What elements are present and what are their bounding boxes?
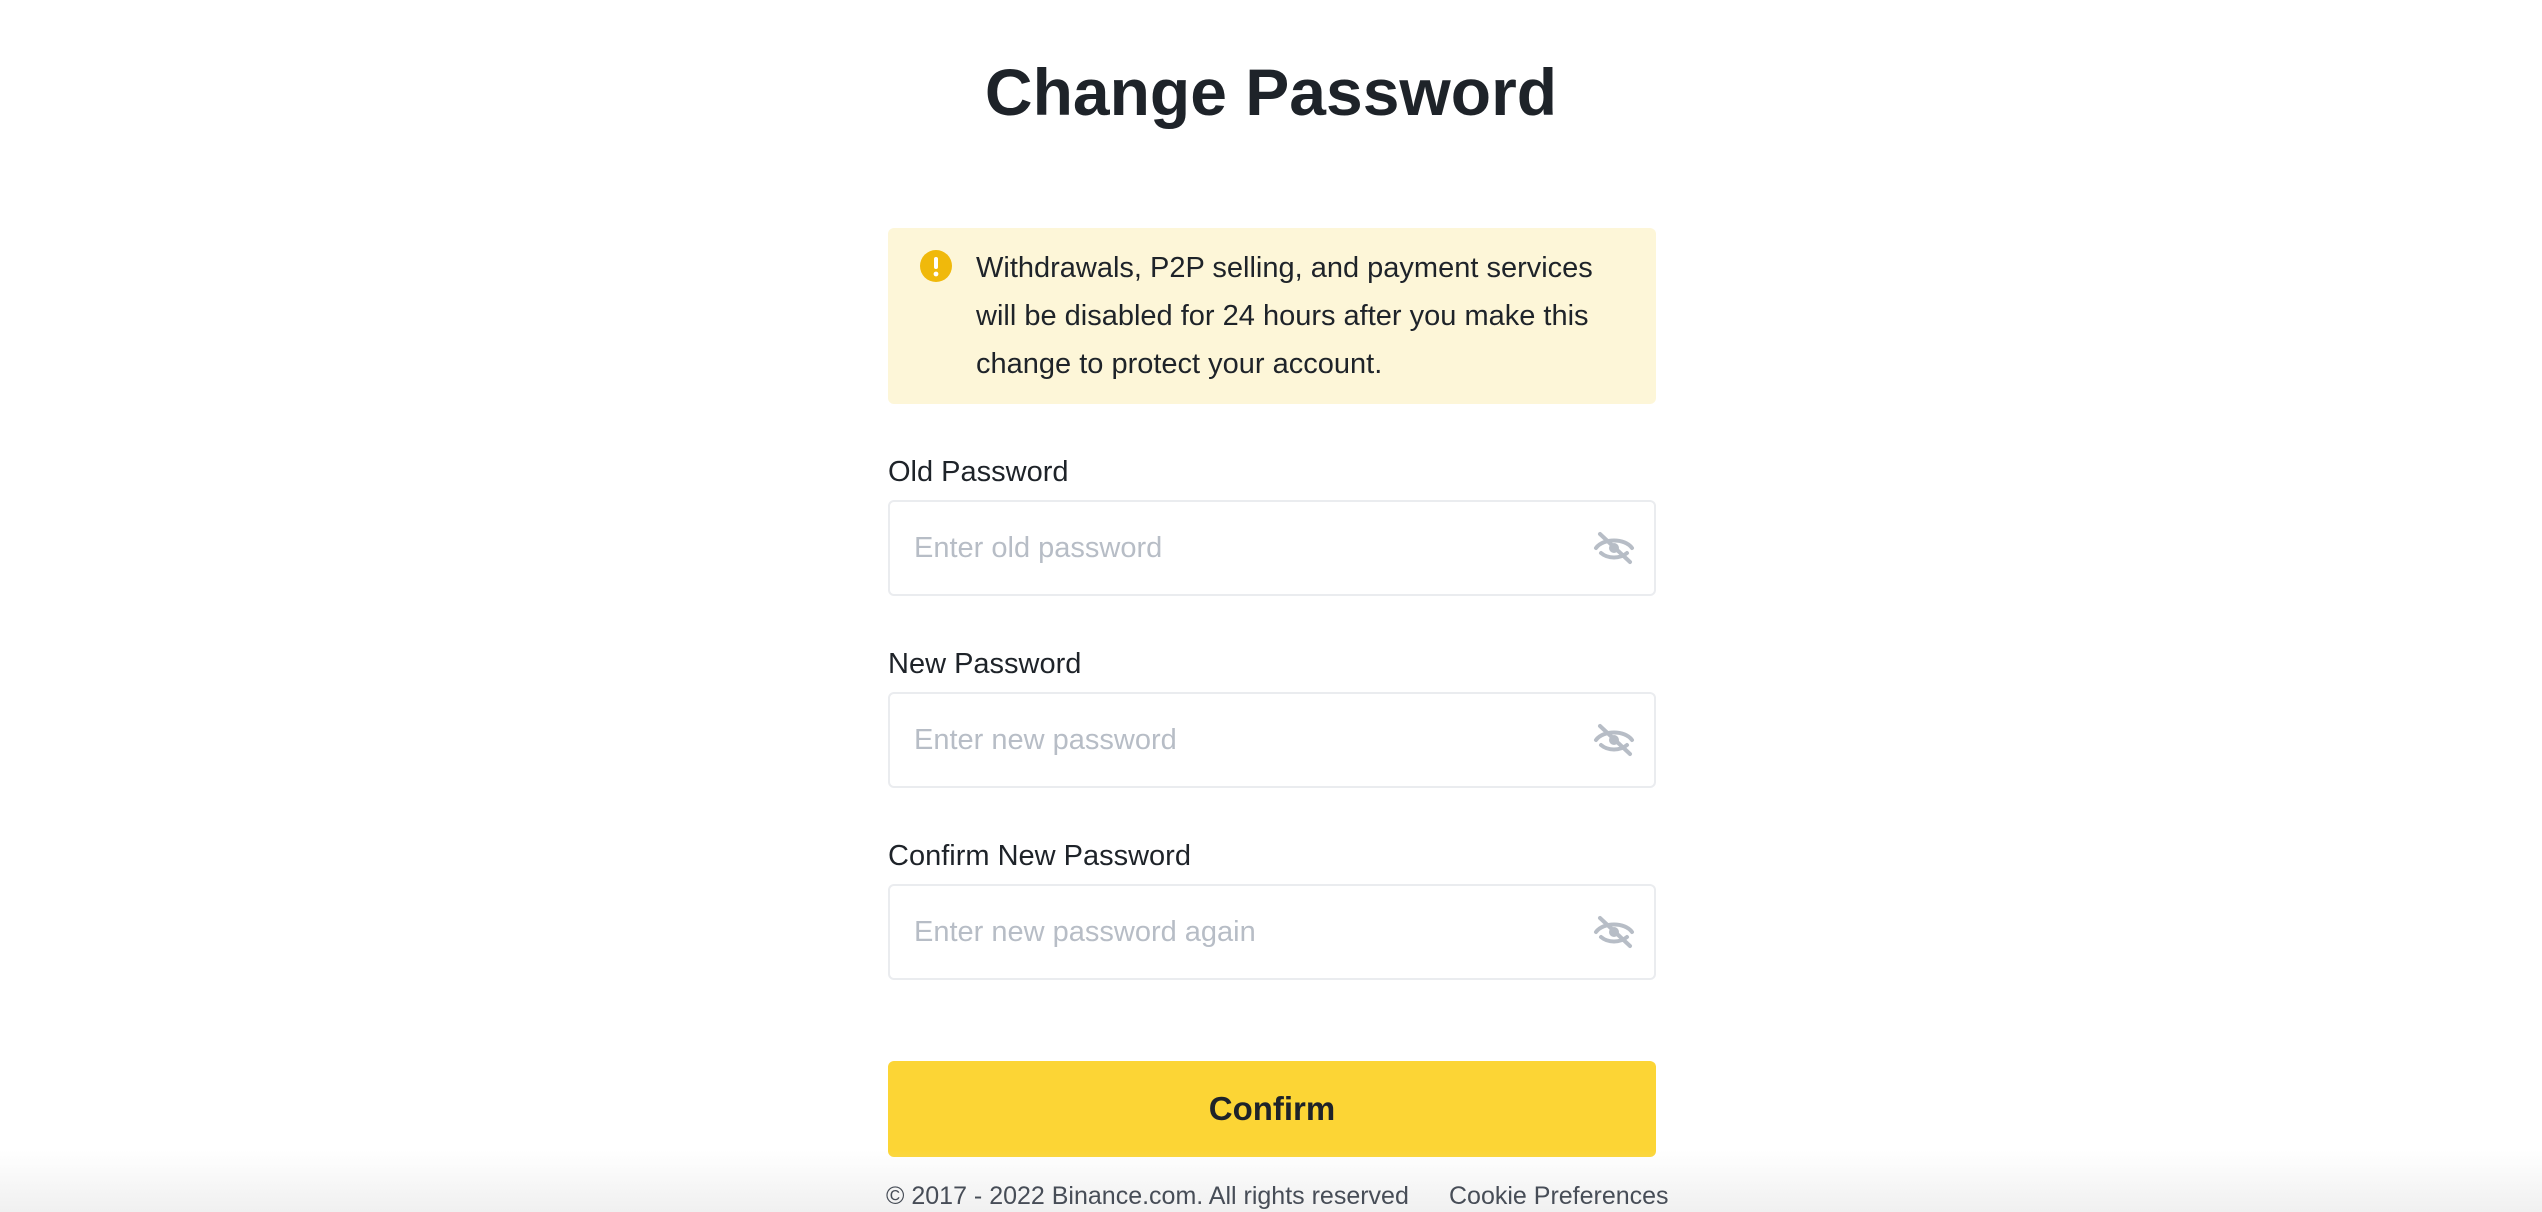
eye-slash-icon[interactable] <box>1592 526 1636 570</box>
page-title: Change Password <box>984 55 1558 129</box>
cookie-preferences-link[interactable]: Cookie Preferences <box>1449 1180 1669 1212</box>
old-password-input[interactable] <box>914 502 1554 594</box>
eye-slash-icon[interactable] <box>1592 718 1636 762</box>
confirm-password-label: Confirm New Password <box>888 840 1191 872</box>
confirm-password-input[interactable] <box>914 886 1554 978</box>
old-password-label: Old Password <box>888 456 1069 488</box>
exclamation-circle-icon <box>920 250 952 282</box>
copyright-text: © 2017 - 2022 Binance.com. All rights re… <box>886 1182 1409 1210</box>
confirm-button[interactable]: Confirm <box>888 1061 1656 1157</box>
warning-text: Withdrawals, P2P selling, and payment se… <box>976 252 1593 380</box>
old-password-field <box>888 500 1656 596</box>
new-password-label: New Password <box>888 648 1082 680</box>
warning-banner: Withdrawals, P2P selling, and payment se… <box>888 228 1656 404</box>
new-password-input[interactable] <box>914 694 1554 786</box>
change-password-page: Change Password Withdrawals, P2P selling… <box>0 0 2542 1212</box>
confirm-password-field <box>888 884 1656 980</box>
eye-slash-icon[interactable] <box>1592 910 1636 954</box>
new-password-field <box>888 692 1656 788</box>
